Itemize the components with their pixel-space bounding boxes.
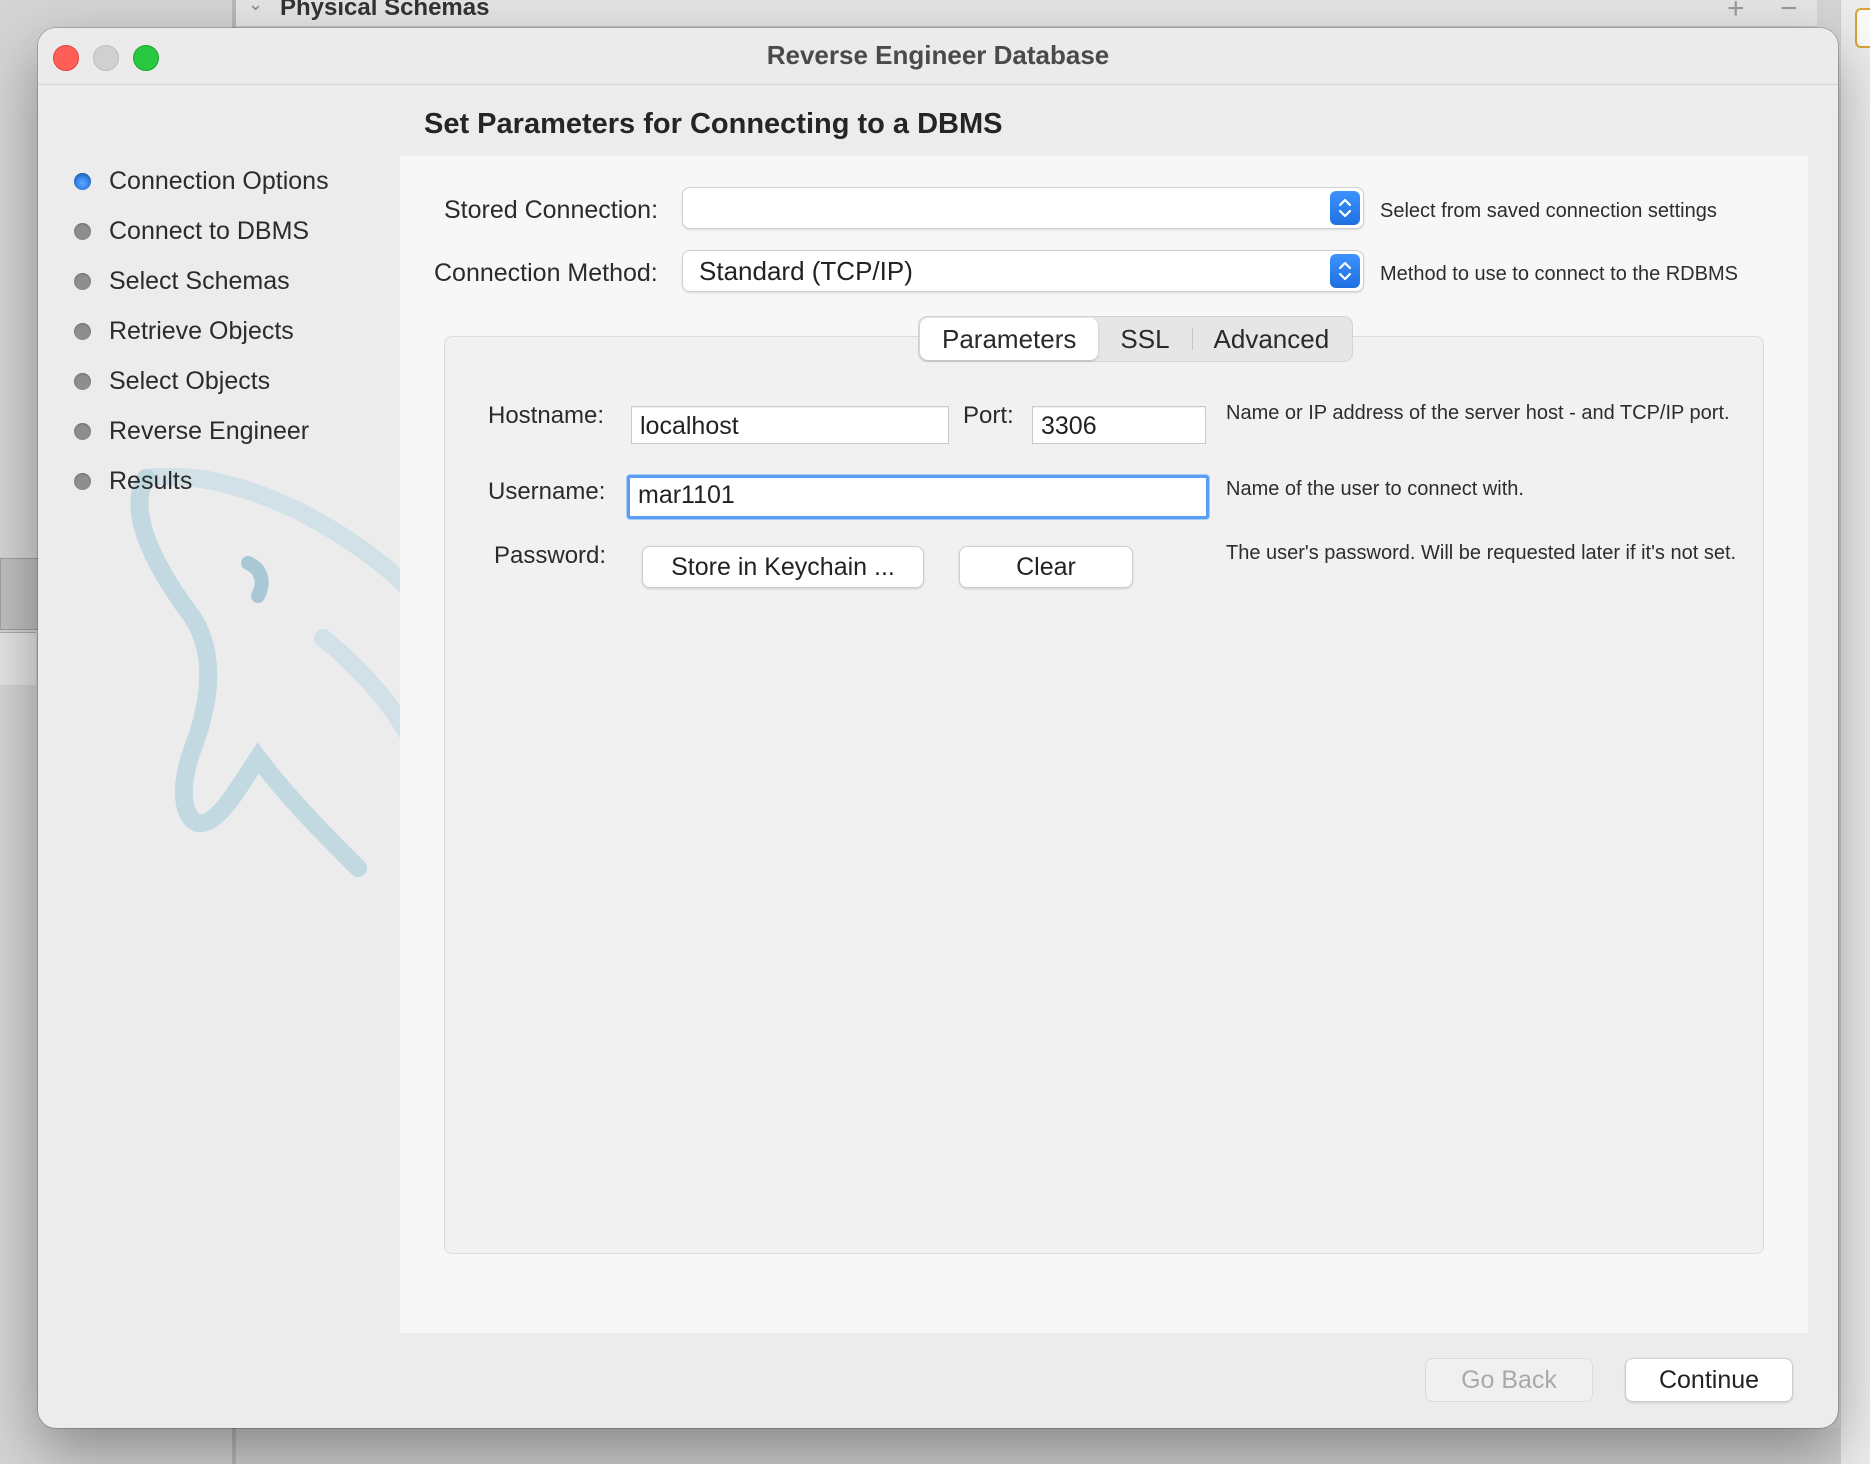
hostname-hint: Name or IP address of the server host - … [1226, 402, 1730, 424]
step-indicator-icon [74, 422, 91, 440]
stored-connection-label: Stored Connection: [444, 196, 659, 224]
step-indicator-icon [74, 372, 91, 390]
port-field[interactable]: 3306 [1032, 406, 1206, 444]
connection-method-value: Standard (TCP/IP) [699, 256, 913, 286]
title-bar: Reverse Engineer Database [38, 28, 1838, 85]
step-select-objects: Select Objects [74, 356, 329, 406]
background-control[interactable] [0, 558, 40, 630]
step-select-schemas: Select Schemas [74, 256, 329, 306]
clear-password-button[interactable]: Clear [959, 546, 1133, 588]
step-connect-to-dbms: Connect to DBMS [74, 206, 329, 256]
chevron-down-icon[interactable]: ⌄ [248, 0, 263, 15]
step-label: Connection Options [109, 166, 329, 195]
step-indicator-icon [74, 472, 91, 490]
background-right-panel [1840, 0, 1870, 1464]
background-right-tab[interactable] [1855, 8, 1870, 48]
hostname-label: Hostname: [488, 402, 605, 429]
continue-button[interactable]: Continue [1625, 1358, 1793, 1402]
add-schema-button[interactable]: + [1727, 0, 1745, 26]
background-bottom-area [236, 1428, 1840, 1464]
select-arrows-icon[interactable] [1330, 254, 1360, 288]
parameters-tab-panel [444, 336, 1764, 1254]
reverse-engineer-dialog: Reverse Engineer Database Connection Opt… [38, 28, 1838, 1428]
go-back-button[interactable]: Go Back [1425, 1358, 1593, 1402]
step-indicator-icon [74, 322, 91, 340]
store-in-keychain-button[interactable]: Store in Keychain ... [642, 546, 924, 588]
step-results: Results [74, 456, 329, 506]
password-label: Password: [494, 542, 607, 569]
connection-method-select[interactable]: Standard (TCP/IP) [682, 250, 1364, 292]
tab-parameters[interactable]: Parameters [920, 318, 1099, 360]
username-label: Username: [488, 478, 606, 505]
step-label: Select Schemas [109, 266, 290, 295]
tab-bar: Parameters SSL Advanced [918, 316, 1354, 362]
username-hint: Name of the user to connect with. [1226, 478, 1524, 500]
step-retrieve-objects: Retrieve Objects [74, 306, 329, 356]
step-indicator-icon [74, 222, 91, 240]
connection-method-label: Connection Method: [434, 259, 658, 287]
wizard-steps: Connection Options Connect to DBMS Selec… [74, 156, 329, 506]
tab-ssl[interactable]: SSL [1098, 318, 1191, 360]
connection-method-hint: Method to use to connect to the RDBMS [1380, 263, 1738, 285]
username-field[interactable]: mar1101 [627, 475, 1209, 519]
step-label: Connect to DBMS [109, 216, 310, 245]
step-label: Retrieve Objects [109, 316, 294, 345]
step-label: Reverse Engineer [109, 416, 310, 445]
step-indicator-icon [74, 272, 91, 290]
stored-connection-hint: Select from saved connection settings [1380, 200, 1717, 222]
step-label: Select Objects [109, 366, 271, 395]
step-connection-options: Connection Options [74, 156, 329, 206]
step-active-indicator-icon [74, 172, 91, 190]
tab-advanced[interactable]: Advanced [1191, 318, 1352, 360]
password-hint: The user's password. Will be requested l… [1226, 542, 1737, 564]
background-control-lower[interactable] [0, 632, 36, 685]
port-label: Port: [963, 402, 1014, 429]
page-title: Set Parameters for Connecting to a DBMS [424, 108, 1003, 140]
background-panel-title: Physical Schemas [280, 0, 490, 21]
window-title: Reverse Engineer Database [766, 40, 1110, 70]
hostname-field[interactable]: localhost [631, 406, 949, 444]
remove-schema-button[interactable]: − [1780, 0, 1798, 26]
step-label: Results [109, 466, 193, 495]
stored-connection-select[interactable] [682, 187, 1364, 229]
step-reverse-engineer: Reverse Engineer [74, 406, 329, 456]
select-arrows-icon[interactable] [1330, 191, 1360, 225]
